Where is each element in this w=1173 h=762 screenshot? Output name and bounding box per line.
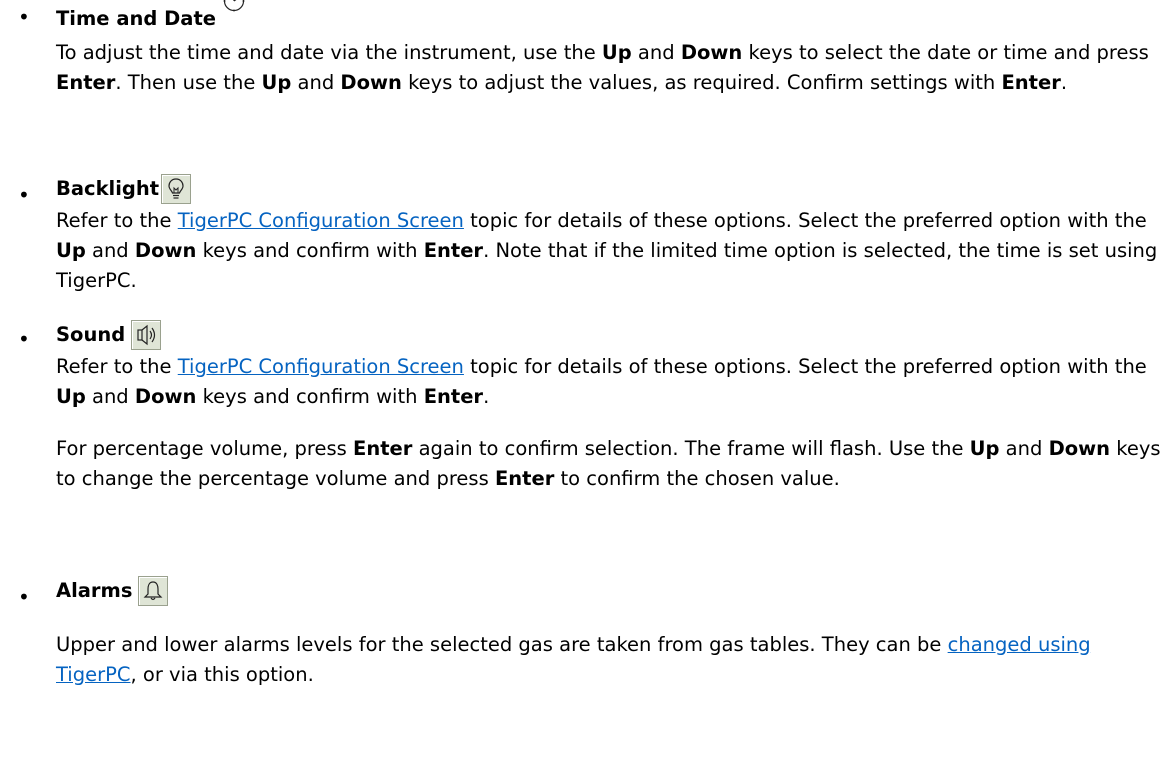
heading-label: Sound [56, 323, 126, 346]
bullet: • [18, 585, 30, 609]
lightbulb-icon [161, 174, 192, 204]
sound-description: Refer to the TigerPC Configuration Scree… [56, 355, 1147, 408]
heading-label: Backlight [56, 177, 160, 200]
alarms-description: Upper and lower alarms levels for the se… [56, 633, 1091, 686]
bell-icon [138, 576, 169, 606]
heading-backlight: Backlight [56, 172, 192, 204]
backlight-description: Refer to the TigerPC Configuration Scree… [56, 209, 1158, 292]
time-date-description: To adjust the time and date via the inst… [56, 41, 1149, 94]
heading-label: Time and Date [56, 7, 216, 30]
bullet: • [18, 327, 30, 351]
speaker-icon [131, 320, 162, 350]
sound-percentage-description: For percentage volume, press Enter again… [56, 437, 1161, 490]
bullet: • [18, 5, 30, 29]
heading-time-and-date: Time and Date [56, 0, 246, 34]
bullet: • [18, 183, 30, 207]
heading-alarms: Alarms [56, 574, 169, 606]
heading-sound: Sound [56, 318, 162, 350]
tigerpc-configuration-link[interactable]: TigerPC Configuration Screen [178, 209, 464, 232]
clock-icon [222, 0, 246, 22]
heading-label: Alarms [56, 579, 133, 602]
tigerpc-configuration-link[interactable]: TigerPC Configuration Screen [178, 355, 464, 378]
